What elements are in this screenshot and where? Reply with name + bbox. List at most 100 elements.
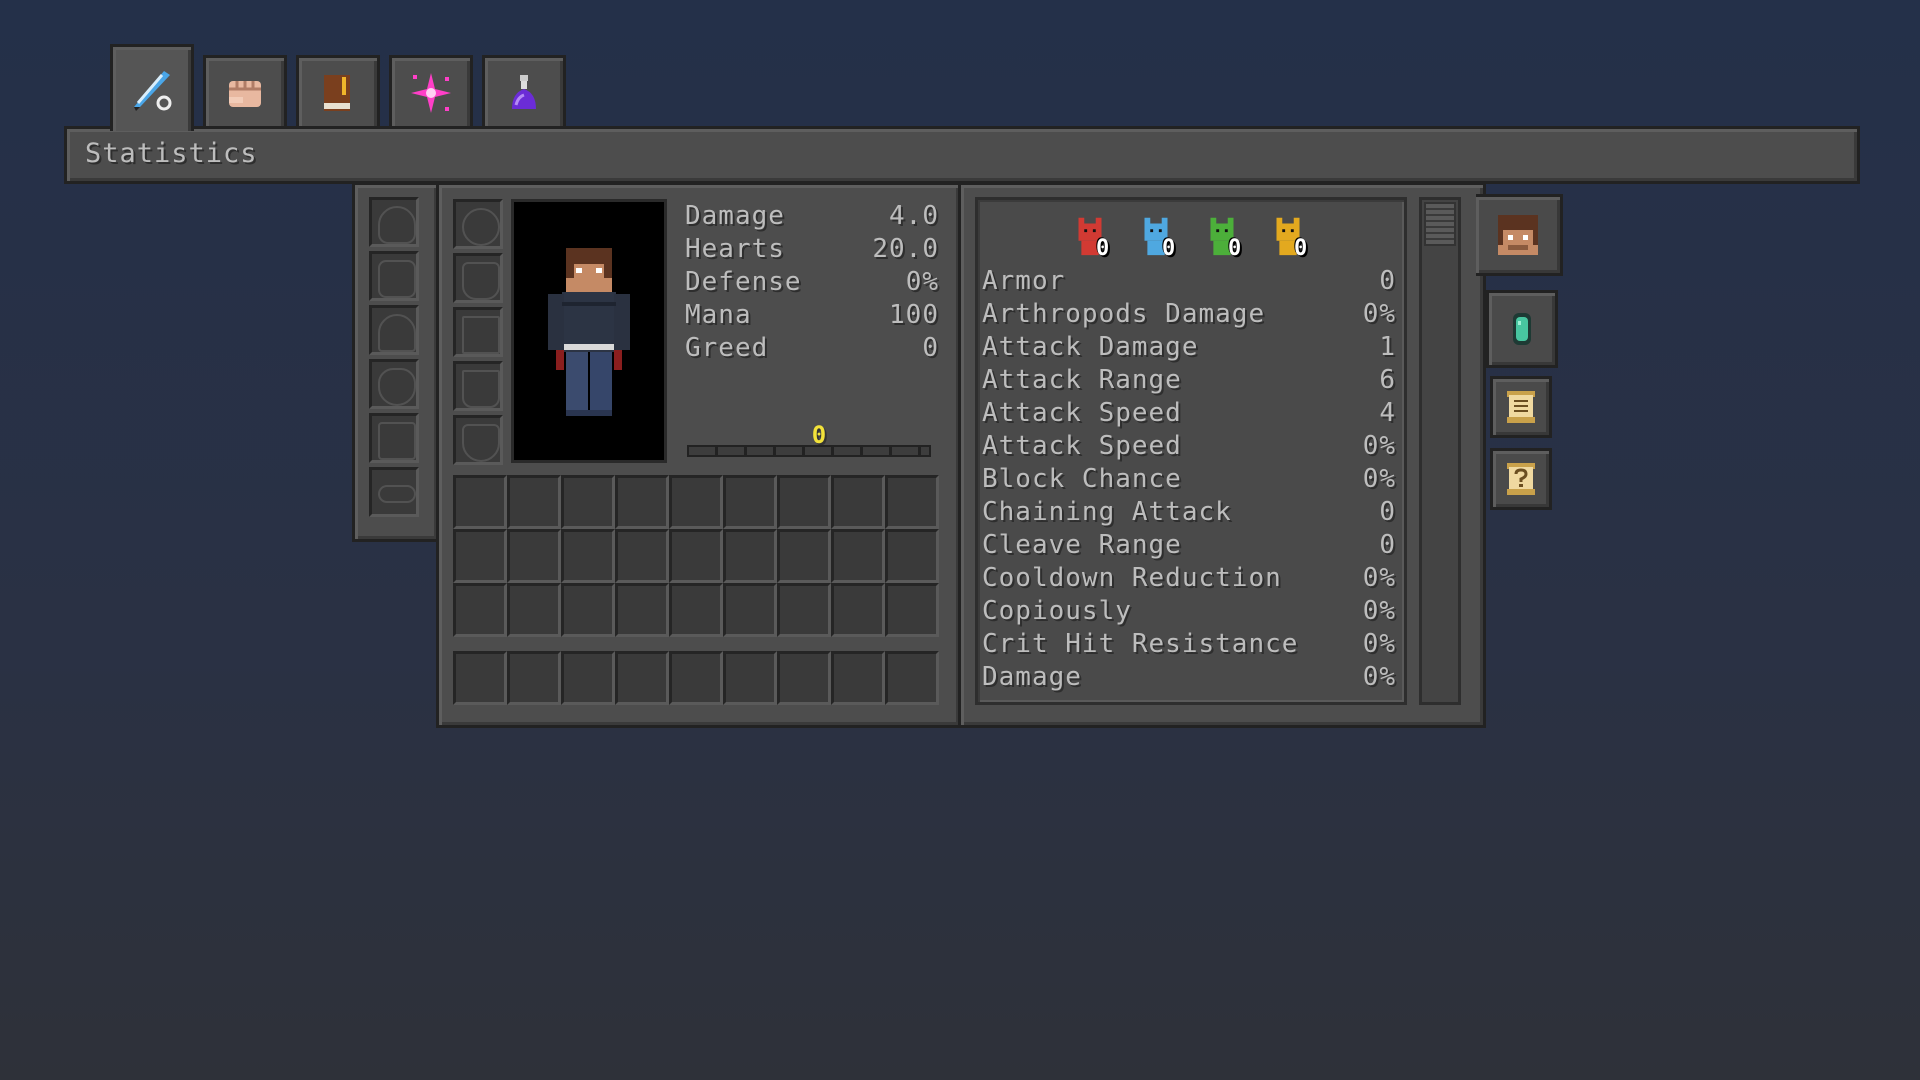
inventory-slot[interactable] <box>669 583 723 637</box>
leggings-slot[interactable] <box>453 307 503 357</box>
attribute-value: 0% <box>1362 629 1396 659</box>
attribute-row: Cleave Range 0 <box>982 530 1400 563</box>
tab-journal[interactable] <box>296 55 380 128</box>
hotbar-slot[interactable] <box>615 651 669 705</box>
hotbar-slot[interactable] <box>669 651 723 705</box>
inventory-slot[interactable] <box>561 583 615 637</box>
attribute-label: Block Chance <box>982 464 1182 494</box>
inventory-slot[interactable] <box>831 583 885 637</box>
hotbar-slot[interactable] <box>507 651 561 705</box>
hotbar-slot[interactable] <box>561 651 615 705</box>
inventory-slot[interactable] <box>831 529 885 583</box>
inventory-slot[interactable] <box>615 583 669 637</box>
inventory-slot[interactable] <box>723 583 777 637</box>
inventory-slot[interactable] <box>561 529 615 583</box>
inventory-slot[interactable] <box>453 529 507 583</box>
attribute-row: Attack Damage 1 <box>982 332 1400 365</box>
gem-count: 0 <box>1294 236 1308 261</box>
attribute-label: Crit Hit Resistance <box>982 629 1299 659</box>
gem-counter: 0 <box>1200 210 1256 266</box>
attribute-value: 0 <box>1379 266 1396 296</box>
accessory-slot-2[interactable] <box>369 251 419 301</box>
gem-icon <box>1513 313 1531 345</box>
attribute-row: Attack Speed 0% <box>982 431 1400 464</box>
headband-slot-icon <box>378 314 416 352</box>
accessory-panel <box>352 182 440 542</box>
inventory-slot[interactable] <box>885 583 939 637</box>
player-preview <box>511 199 667 463</box>
attribute-value: 1 <box>1379 332 1396 362</box>
tab-magic[interactable] <box>389 55 473 128</box>
stat-value-mana: 100 <box>889 300 939 330</box>
chestplate-slot[interactable] <box>453 253 503 303</box>
inventory-slot[interactable] <box>453 583 507 637</box>
inventory-slot[interactable] <box>561 475 615 529</box>
inventory-slot[interactable] <box>885 529 939 583</box>
inventory-slot[interactable] <box>885 475 939 529</box>
attribute-value: 0% <box>1362 431 1396 461</box>
hotbar-slot[interactable] <box>885 651 939 705</box>
inventory-slot[interactable] <box>831 475 885 529</box>
inventory-slot[interactable] <box>507 529 561 583</box>
quest-scroll-button[interactable] <box>1490 376 1552 438</box>
attribute-row: Crit Hit Resistance 0% <box>982 629 1400 662</box>
attributes-list: 0000 Armor 0 Arthropods Damage 0% Attack Dam… <box>975 197 1407 705</box>
attribute-value: 0 <box>1379 497 1396 527</box>
boots-slot-icon <box>462 370 500 408</box>
stat-label-greed: Greed <box>685 333 769 363</box>
gem-counter: 0 <box>1068 210 1124 266</box>
inventory-slot[interactable] <box>669 475 723 529</box>
attribute-value: 0 <box>1379 530 1396 560</box>
page-title: Statistics <box>85 138 258 169</box>
accessory-slot-5[interactable] <box>369 413 419 463</box>
inventory-slot[interactable] <box>615 475 669 529</box>
attribute-label: Cleave Range <box>982 530 1182 560</box>
hotbar-slot[interactable] <box>453 651 507 705</box>
inventory-slot[interactable] <box>777 529 831 583</box>
attribute-value: 0% <box>1362 464 1396 494</box>
helmet-slot[interactable] <box>453 199 503 249</box>
inventory-slot[interactable] <box>669 529 723 583</box>
attribute-label: Attack Range <box>982 365 1182 395</box>
attribute-row: Cooldown Reduction 0% <box>982 563 1400 596</box>
help-scroll-icon <box>1507 463 1535 495</box>
attribute-label: Attack Damage <box>982 332 1199 362</box>
inventory-panel: Damage 4.0 Hearts 20.0 Defense 0% Mana 1… <box>436 182 962 728</box>
offhand-slot[interactable] <box>453 415 503 465</box>
attribute-value: 4 <box>1379 398 1396 428</box>
scrollbar-track[interactable] <box>1419 197 1461 705</box>
accessory-slot-3[interactable] <box>369 305 419 355</box>
inventory-slot[interactable] <box>507 583 561 637</box>
attribute-label: Copiously <box>982 596 1132 626</box>
tab-statistics[interactable] <box>110 44 194 131</box>
attribute-row: Copiously 0% <box>982 596 1400 629</box>
inventory-slot[interactable] <box>777 583 831 637</box>
player-head-button[interactable] <box>1476 194 1563 276</box>
inventory-slot[interactable] <box>723 475 777 529</box>
hotbar-slot[interactable] <box>831 651 885 705</box>
attribute-label: Damage <box>982 662 1082 692</box>
help-scroll-button[interactable] <box>1490 448 1552 510</box>
accessory-slot-6[interactable] <box>369 467 419 517</box>
inventory-slot[interactable] <box>615 529 669 583</box>
inventory-slot[interactable] <box>453 475 507 529</box>
inventory-slot[interactable] <box>777 475 831 529</box>
fist-icon <box>229 81 261 107</box>
inventory-slot[interactable] <box>723 529 777 583</box>
tab-skills[interactable] <box>203 55 287 128</box>
stat-label-mana: Mana <box>685 300 752 330</box>
attribute-row: Arthropods Damage 0% <box>982 299 1400 332</box>
attributes-panel: 0000 Armor 0 Arthropods Damage 0% Attack Dam… <box>958 182 1486 728</box>
inventory-slot[interactable] <box>507 475 561 529</box>
stat-label-damage: Damage <box>685 201 785 231</box>
gem-button[interactable] <box>1486 290 1558 368</box>
attribute-label: Armor <box>982 266 1066 296</box>
boots-slot[interactable] <box>453 361 503 411</box>
scroll-icon <box>1507 391 1535 423</box>
accessory-slot-4[interactable] <box>369 359 419 409</box>
tab-potions[interactable] <box>482 55 566 128</box>
hotbar-slot[interactable] <box>777 651 831 705</box>
hotbar-slot[interactable] <box>723 651 777 705</box>
scrollbar-thumb[interactable] <box>1424 202 1456 246</box>
accessory-slot-1[interactable] <box>369 197 419 247</box>
